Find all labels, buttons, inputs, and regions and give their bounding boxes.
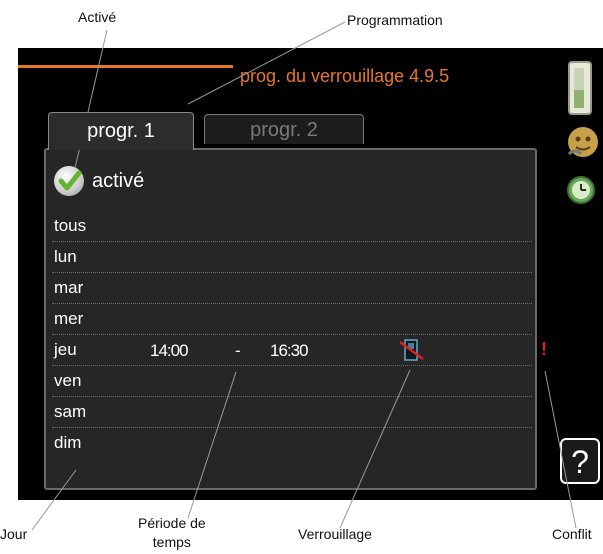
callout-lines	[31, 21, 577, 531]
callout-line-schedule	[187, 21, 346, 105]
callout-line-conflict	[544, 370, 577, 529]
callout-line-day	[31, 469, 77, 531]
tab-progr-1[interactable]: progr. 1	[48, 112, 194, 150]
callout-line-lock	[339, 369, 411, 529]
callout-line-period	[187, 371, 237, 519]
